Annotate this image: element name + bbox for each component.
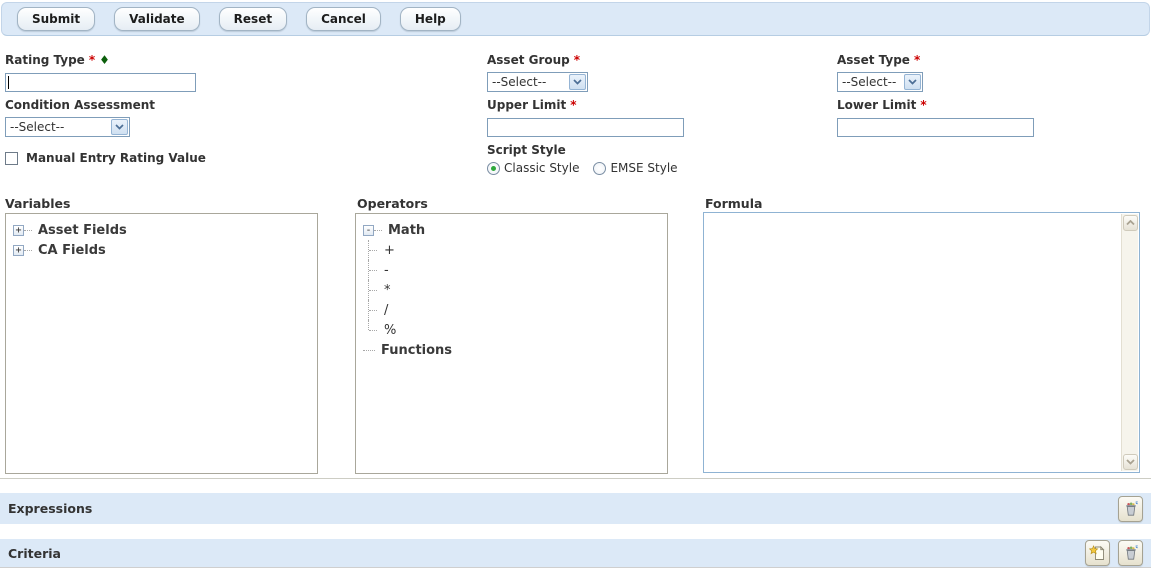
asset-group-select[interactable]: --Select-- [487,72,588,92]
chevron-down-icon[interactable] [111,119,128,135]
operator-multiply[interactable]: * [368,280,663,300]
section-divider [0,478,1151,479]
text-caret [8,76,9,89]
new-item-icon [1089,545,1106,561]
formula-panel-title: Formula [705,196,762,211]
chevron-down-icon[interactable] [904,74,921,90]
manual-entry-row: Manual Entry Rating Value [5,151,335,166]
tree-connector [24,250,32,251]
delete-criteria-button[interactable] [1118,540,1143,566]
chevron-down-icon[interactable] [569,74,586,90]
operator-label[interactable]: + [384,243,395,258]
emse-style-label: EMSE Style [610,161,677,175]
required-asterisk: * [570,98,576,112]
rating-type-label-text: Rating Type [5,53,85,67]
diamond-marker-icon: ♦ [99,53,110,67]
operator-label[interactable]: / [384,303,388,318]
tree-connector [374,230,382,231]
tree-node-label[interactable]: Math [388,223,425,238]
manual-entry-label: Manual Entry Rating Value [26,151,206,166]
trash-icon [1123,545,1139,561]
asset-type-label: Asset Type * [837,53,1147,68]
variables-panel: + Asset Fields + CA Fields [5,213,318,474]
tree-connector [368,240,384,260]
expressions-title: Expressions [8,501,92,516]
classic-style-radio[interactable] [487,162,500,175]
tree-connector [368,280,384,300]
cancel-button[interactable]: Cancel [306,7,381,31]
help-button[interactable]: Help [400,7,461,31]
formula-textarea[interactable] [703,212,1140,473]
emse-style-radio[interactable] [593,162,606,175]
tree-node-label[interactable]: Asset Fields [38,223,127,238]
asset-type-value: --Select-- [842,75,896,89]
trash-icon [1123,501,1139,517]
toolbar: Submit Validate Reset Cancel Help [1,2,1150,36]
criteria-title: Criteria [8,546,61,561]
variables-panel-title: Variables [5,196,70,211]
tree-connector [368,300,384,320]
rating-type-input[interactable] [5,73,196,92]
tree-node-math[interactable]: - Math [360,220,663,240]
script-style-label: Script Style [487,143,817,158]
lower-limit-input[interactable] [837,118,1034,137]
validate-button[interactable]: Validate [114,7,200,31]
criteria-section-bar: Criteria [0,539,1151,568]
condition-assessment-label: Condition Assessment [5,98,335,113]
tree-connector [368,320,384,340]
lower-limit-label-text: Lower Limit [837,98,916,112]
upper-limit-input[interactable] [487,118,684,137]
form-column-right: Asset Type * --Select-- Lower Limit * [837,53,1147,137]
operator-label[interactable]: * [384,283,391,298]
tree-collapse-icon[interactable]: - [363,225,374,236]
manual-entry-checkbox[interactable] [5,152,18,165]
form-column-left: Rating Type * ♦ Condition Assessment --Sel… [5,53,335,166]
tree-connector [363,350,375,351]
required-asterisk: * [914,53,920,67]
operator-label[interactable]: % [384,323,396,338]
operator-plus[interactable]: + [368,240,663,260]
condition-assessment-value: --Select-- [10,120,64,134]
rating-type-label: Rating Type * ♦ [5,53,335,68]
tree-node-label[interactable]: Functions [381,343,452,358]
reset-button[interactable]: Reset [219,7,287,31]
expressions-section-bar: Expressions [0,493,1151,524]
required-asterisk: * [574,53,580,67]
operator-divide[interactable]: / [368,300,663,320]
operator-modulo[interactable]: % [368,320,663,340]
form-column-middle: Asset Group * --Select-- Upper Limit * Scr… [487,53,817,175]
tree-node-ca-fields[interactable]: + CA Fields [10,240,313,260]
required-asterisk: * [920,98,926,112]
asset-type-label-text: Asset Type [837,53,910,67]
condition-assessment-select[interactable]: --Select-- [5,117,130,137]
tree-connector [24,230,32,231]
tree-connector [368,260,384,280]
classic-style-label: Classic Style [504,161,579,175]
asset-group-label-text: Asset Group [487,53,570,67]
operator-minus[interactable]: - [368,260,663,280]
upper-limit-label: Upper Limit * [487,98,817,113]
upper-limit-label-text: Upper Limit [487,98,566,112]
formula-scrollbar[interactable] [1121,214,1138,471]
asset-group-value: --Select-- [492,75,546,89]
tree-expand-icon[interactable]: + [13,225,24,236]
asset-type-select[interactable]: --Select-- [837,72,923,92]
delete-expression-button[interactable] [1118,496,1143,522]
tree-node-functions[interactable]: Functions [363,340,663,360]
scroll-up-icon[interactable] [1123,215,1138,231]
asset-group-label: Asset Group * [487,53,817,68]
operators-panel: - Math + - * / % Functions [355,213,668,474]
tree-node-label[interactable]: CA Fields [38,243,106,258]
add-criteria-button[interactable] [1085,540,1110,566]
script-style-radio-group: Classic Style EMSE Style [487,161,817,175]
lower-limit-label: Lower Limit * [837,98,1147,113]
tree-expand-icon[interactable]: + [13,245,24,256]
page: Submit Validate Reset Cancel Help Rating… [0,0,1151,572]
submit-button[interactable]: Submit [17,7,95,31]
required-asterisk: * [89,53,95,67]
operators-panel-title: Operators [357,196,428,211]
scroll-down-icon[interactable] [1123,454,1138,470]
tree-node-asset-fields[interactable]: + Asset Fields [10,220,313,240]
operator-label[interactable]: - [384,263,389,278]
